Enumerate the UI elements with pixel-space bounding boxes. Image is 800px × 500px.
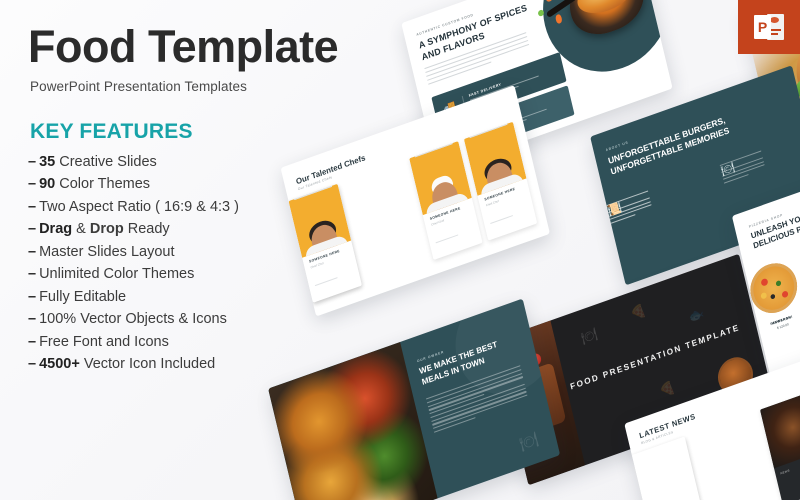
feature-item: – Drag & Drop Ready <box>28 218 388 240</box>
powerpoint-letter: P <box>754 15 771 39</box>
key-features-heading: KEY FEATURES <box>30 120 193 143</box>
feature-dash: – <box>28 356 37 373</box>
about-column: 🍽 <box>719 150 766 185</box>
feature-emphasis: 4500+ <box>39 356 80 373</box>
feature-dash: – <box>28 288 37 305</box>
plate-cutlery-icon: 🍽 <box>579 325 599 347</box>
feature-text: Two Aspect Ratio ( 16:9 & 4:3 ) <box>39 198 239 215</box>
feature-text: Vector Icon Included <box>79 356 216 373</box>
feature-emphasis: 35 <box>39 154 56 170</box>
feature-item: –4500+ Vector Icon Included <box>28 353 388 375</box>
news-photo <box>632 436 699 500</box>
chef-photo <box>409 141 472 216</box>
pizza-slice-icon: 🍕 <box>657 378 677 400</box>
feature-item: – Master Slides Layout <box>28 241 388 263</box>
powerpoint-glyph: P <box>754 14 784 40</box>
page-subtitle: PowerPoint Presentation Templates <box>30 79 247 94</box>
pizza-icon: 🍕 <box>629 302 648 323</box>
feature-dash: – <box>28 154 37 170</box>
feature-dash: – <box>28 266 37 283</box>
feature-item: –100% Vector Objects & Icons <box>28 308 388 330</box>
feature-item: – Free Font and Icons <box>28 331 388 353</box>
feature-item: – Two Aspect Ratio ( 16:9 & 4:3 ) <box>28 196 388 218</box>
feature-text: Master Slides Layout <box>39 243 175 260</box>
plate-cutlery-icon: 🍽 <box>517 430 540 454</box>
feature-item: – Fully Editable <box>28 286 388 308</box>
feature-text: 100% Vector Objects & Icons <box>39 311 227 328</box>
feature-item: – Unlimited Color Themes <box>28 263 388 285</box>
news-card[interactable]: NEWS THE TASTY DELICIOUS SALAD WITH FRES… <box>632 436 708 500</box>
feature-dash: – <box>28 221 37 238</box>
page-title: Food Template <box>28 21 339 72</box>
feature-dash: – <box>28 311 37 328</box>
feature-emphasis: Drag <box>39 221 73 238</box>
news-card[interactable]: NEWS <box>759 390 800 500</box>
feature-emphasis: 90 <box>39 176 56 193</box>
news-photo <box>759 390 800 469</box>
feature-dash: – <box>28 333 37 350</box>
powerpoint-icon: P <box>738 0 800 54</box>
feature-dash: – <box>28 243 37 260</box>
intro-panel: Food Template PowerPoint Presentation Te… <box>28 24 388 376</box>
feature-text: Creative Slides <box>55 154 157 170</box>
feature-dash: – <box>28 198 37 215</box>
feature-text: & Drop Ready <box>72 221 170 238</box>
key-features-list: –35 Creative Slides –90 Color Themes – Two … <box>28 151 388 376</box>
chef-photo <box>463 121 527 196</box>
feature-text: Free Font and Icons <box>39 333 169 350</box>
feature-dash: – <box>28 176 37 193</box>
feature-text: Fully Editable <box>39 288 127 305</box>
about-column: 📜 <box>606 190 653 225</box>
pizza-photo <box>745 256 800 320</box>
feature-text: Unlimited Color Themes <box>39 266 195 283</box>
feature-item: –35 Creative Slides <box>28 151 388 173</box>
feature-item: –90 Color Themes <box>28 173 388 195</box>
feature-text: Color Themes <box>55 176 151 193</box>
fish-icon: 🐟 <box>687 304 706 326</box>
